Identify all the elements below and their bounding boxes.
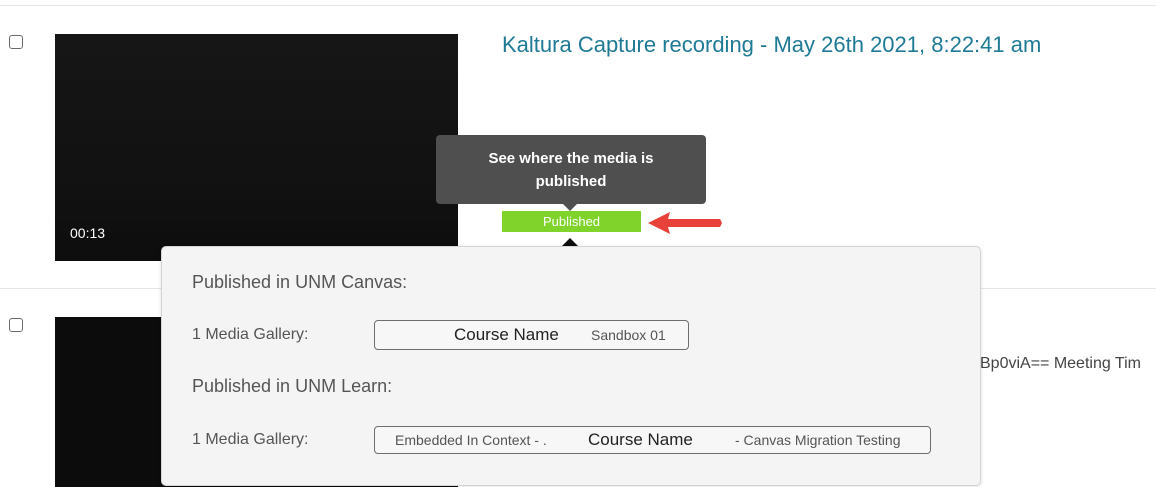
- course-link-canvas[interactable]: Course Name Sandbox 01: [374, 320, 689, 350]
- video-duration: 00:13: [70, 225, 106, 241]
- published-tooltip: See where the media is published: [436, 135, 706, 204]
- media-gallery-label: 1 Media Gallery:: [192, 431, 309, 448]
- course-suffix: - Canvas Migration Testing: [735, 432, 901, 448]
- top-divider: [0, 5, 1156, 6]
- published-status-badge[interactable]: Published: [502, 211, 641, 232]
- course-name: Course Name: [588, 430, 693, 449]
- course-suffix: Sandbox 01: [591, 327, 666, 343]
- entry-select-checkbox[interactable]: [9, 318, 23, 332]
- published-locations-popover: Published in UNM Canvas: 1 Media Gallery…: [161, 246, 981, 486]
- entry-description: Bp0viA== Meeting Tim: [980, 355, 1141, 372]
- video-thumbnail[interactable]: [55, 34, 458, 261]
- section-title-canvas: Published in UNM Canvas:: [192, 272, 408, 292]
- course-name: Course Name: [454, 325, 559, 344]
- annotation-arrow-icon: [648, 212, 722, 234]
- entry-select-checkbox[interactable]: [9, 35, 23, 49]
- entry-title-link[interactable]: Kaltura Capture recording - May 26th 202…: [502, 32, 1041, 58]
- course-link-learn[interactable]: Embedded In Context - . Course Name - Ca…: [374, 426, 931, 454]
- course-prefix: Embedded In Context - .: [395, 432, 547, 448]
- section-title-learn: Published in UNM Learn:: [192, 376, 393, 396]
- tooltip-arrow: [563, 204, 577, 211]
- media-gallery-label: 1 Media Gallery:: [192, 326, 309, 343]
